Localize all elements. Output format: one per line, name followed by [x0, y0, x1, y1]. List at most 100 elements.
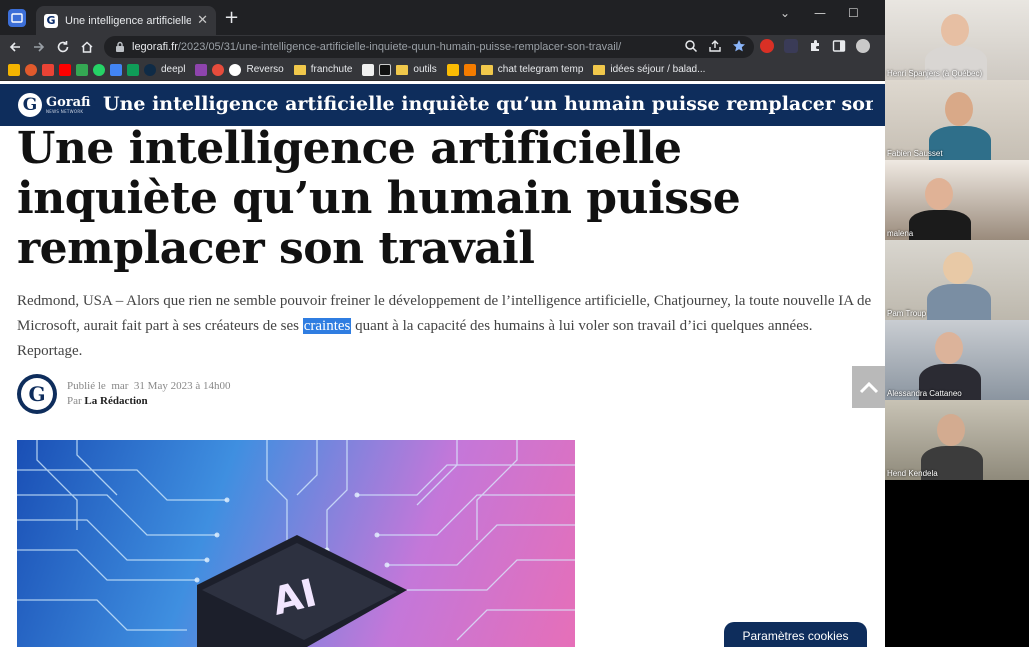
publish-line: Publié le mar 31 May 2023 à 14h00: [67, 380, 231, 392]
author-line: Par La Rédaction: [67, 395, 148, 407]
reload-icon: [57, 41, 69, 53]
participant-video: [943, 252, 973, 284]
article-lede: Redmond, USA – Alors que rien ne semble …: [17, 293, 872, 359]
home-icon: [81, 41, 93, 53]
header-article-title: Une intelligence artificielle inquiète q…: [103, 93, 873, 115]
ai-chip-illustration: AI: [17, 440, 575, 647]
active-tab[interactable]: G Une intelligence artificielle inquiè ✕: [36, 6, 216, 35]
bookmark-youtube-icon[interactable]: [59, 63, 71, 76]
browser-toolbar: legorafi.fr/2023/05/31/une-intelligence-…: [0, 35, 885, 59]
tab-close-icon[interactable]: ✕: [197, 13, 208, 28]
bookmark-gmail-icon[interactable]: [42, 63, 54, 76]
bookmarks-bar: deepl Reverso franchute outils chat tele…: [0, 59, 885, 81]
participant-name: malena: [887, 229, 914, 238]
maximize-button[interactable]: ☐: [848, 6, 859, 20]
article-meta: Publié le mar 31 May 2023 à 14h00 Par La…: [67, 379, 230, 409]
participant-video: [935, 332, 963, 364]
participant-tile[interactable]: malena: [885, 160, 1029, 240]
reload-button[interactable]: [54, 37, 72, 57]
participant-video: [925, 178, 953, 210]
forward-button[interactable]: [30, 37, 48, 57]
folder-icon: [293, 64, 306, 75]
gorafi-favicon-icon: G: [44, 13, 58, 28]
omnibox-actions: [684, 39, 746, 53]
participant-tile[interactable]: Fabien Sausset: [885, 80, 1029, 160]
share-icon[interactable]: [708, 39, 722, 53]
bookmark-chat-telegram[interactable]: chat telegram temp: [480, 64, 583, 75]
url-path: /2023/05/31/une-intelligence-artificiell…: [177, 41, 622, 53]
extension-shield-icon[interactable]: [784, 39, 798, 53]
bookmark-star-icon[interactable]: [732, 39, 746, 53]
extension-red-icon[interactable]: [760, 39, 774, 53]
lock-icon[interactable]: [114, 41, 126, 53]
web-page: G Gorafi NEWS NETWORK Une intelligence a…: [0, 81, 885, 647]
logo-wordmark: Gorafi NEWS NETWORK: [46, 95, 91, 114]
bookmark-keep-icon[interactable]: [446, 63, 459, 76]
video-call-panel: Henri Spanjers (à Québec) Fabien Sausset…: [885, 0, 1029, 647]
bookmark-reverso[interactable]: Reverso: [229, 63, 284, 76]
home-button[interactable]: [78, 37, 96, 57]
participant-video: [945, 92, 973, 126]
bookmark-asana-icon[interactable]: [25, 63, 37, 76]
reverso-icon: [229, 63, 242, 76]
participant-tile[interactable]: Alessandra Cattaneo: [885, 320, 1029, 400]
forward-arrow-icon: [34, 42, 45, 52]
url-domain: legorafi.fr: [132, 41, 178, 53]
participant-tile[interactable]: Henri Spanjers (à Québec): [885, 0, 1029, 80]
gorafi-logo[interactable]: G Gorafi NEWS NETWORK: [18, 93, 91, 117]
article-byline: G Publié le mar 31 May 2023 à 14h00 Par …: [17, 374, 230, 414]
participant-name: Henri Spanjers (à Québec): [887, 69, 983, 78]
tab-list-chevron-icon[interactable]: ⌄: [780, 6, 790, 20]
extensions-area: [760, 39, 870, 53]
participant-tile[interactable]: Hend Kendela: [885, 400, 1029, 480]
scroll-to-top-button[interactable]: [852, 366, 885, 408]
gorafi-avatar-icon: G: [21, 378, 53, 410]
bookmark-docs-icon[interactable]: [110, 63, 122, 76]
bookmark-patreon-icon[interactable]: [379, 63, 392, 76]
minimize-button[interactable]: —: [814, 6, 826, 20]
back-button[interactable]: [6, 37, 24, 57]
folder-icon: [396, 64, 409, 75]
profile-avatar-icon[interactable]: [856, 39, 870, 53]
deepl-icon: [144, 63, 156, 76]
tab-bar: G Une intelligence artificielle inquiè ✕…: [0, 0, 885, 35]
bookmark-outils[interactable]: outils: [396, 64, 437, 75]
participant-tile[interactable]: Pam Troup: [885, 240, 1029, 320]
bookmark-r-red-icon[interactable]: [212, 63, 225, 76]
folder-icon: [593, 64, 606, 75]
gorafi-logo-icon: G: [18, 93, 42, 117]
address-bar[interactable]: legorafi.fr/2023/05/31/une-intelligence-…: [104, 36, 754, 58]
screen: G Une intelligence artificielle inquiè ✕…: [0, 0, 1029, 647]
article-title: Une intelligence artificielle inquiète q…: [17, 123, 741, 274]
tab-title: Une intelligence artificielle inquiè: [65, 14, 192, 27]
bookmark-drive-icon[interactable]: [76, 63, 88, 76]
tab-search-icon[interactable]: [8, 9, 26, 27]
bookmark-whatsapp-icon[interactable]: [93, 63, 105, 76]
chevron-up-icon: [859, 381, 878, 394]
hero-image: AI: [17, 440, 575, 647]
bookmark-sheets-icon[interactable]: [127, 63, 139, 76]
bookmark-r-icon[interactable]: [195, 63, 208, 76]
author-avatar[interactable]: G: [17, 374, 57, 414]
side-panel-icon[interactable]: [832, 39, 846, 53]
participant-name: Hend Kendela: [887, 469, 938, 478]
extensions-puzzle-icon[interactable]: [808, 39, 822, 53]
url-text: legorafi.fr/2023/05/31/une-intelligence-…: [132, 41, 621, 53]
browser-window: G Une intelligence artificielle inquiè ✕…: [0, 0, 885, 647]
back-arrow-icon: [9, 42, 20, 52]
bookmark-idees-sejour[interactable]: idées séjour / balad...: [593, 64, 705, 75]
site-header: G Gorafi NEWS NETWORK Une intelligence a…: [0, 84, 885, 126]
bookmark-orange-icon[interactable]: [463, 63, 476, 76]
apps-grid-icon[interactable]: [8, 63, 20, 76]
author-link[interactable]: La Rédaction: [84, 395, 147, 407]
bookmark-deepl[interactable]: deepl: [144, 63, 185, 76]
zoom-icon[interactable]: [684, 39, 698, 53]
bookmark-franchute[interactable]: franchute: [293, 64, 352, 75]
cookie-settings-button[interactable]: Paramètres cookies: [724, 622, 867, 647]
bookmark-blank-icon[interactable]: [362, 63, 375, 76]
participant-video: [937, 414, 965, 446]
participant-video: [941, 14, 969, 46]
participant-name: Fabien Sausset: [887, 149, 943, 158]
selected-word[interactable]: craintes: [302, 318, 352, 334]
new-tab-button[interactable]: +: [224, 8, 239, 28]
